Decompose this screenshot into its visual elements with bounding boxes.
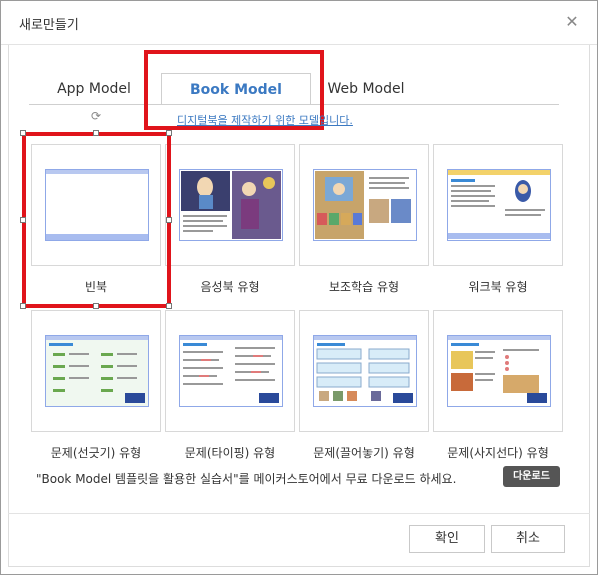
study-thumbnail — [313, 169, 417, 241]
quiz-matching-thumbnail — [45, 335, 149, 407]
resize-handle-right[interactable] — [166, 217, 172, 223]
template-card-workbook[interactable] — [433, 144, 563, 266]
template-label-workbook: 워크북 유형 — [468, 280, 528, 294]
cancel-button[interactable]: 취소 — [491, 525, 565, 553]
model-tabs: App Model Book Model Web Model — [1, 1, 598, 111]
blank-book-thumbnail — [45, 169, 149, 241]
workbook-thumbnail — [447, 169, 551, 241]
resize-handle-top-right[interactable] — [166, 130, 172, 136]
resize-handle-top[interactable] — [93, 130, 99, 136]
quiz-drag-thumbnail — [313, 335, 417, 407]
tab-app-model[interactable]: App Model — [41, 73, 147, 105]
template-label-study: 보조학습 유형 — [328, 280, 400, 294]
resize-handle-left[interactable] — [20, 217, 26, 223]
template-label-quiz-drag: 문제(끌어놓기) 유형 — [313, 446, 415, 460]
tab-book-model[interactable]: Book Model — [161, 73, 311, 105]
template-label-blank: 빈북 — [84, 280, 108, 294]
template-label-quiz-matching: 문제(선긋기) 유형 — [50, 446, 142, 460]
tab-web-model[interactable]: Web Model — [311, 73, 421, 105]
template-card-quiz-matching[interactable] — [31, 310, 161, 432]
template-card-blank[interactable] — [31, 144, 161, 266]
template-card-quiz-typing[interactable] — [165, 310, 295, 432]
new-project-dialog: 새로만들기 ✕ App Model Book Model Web Model ⟳… — [0, 0, 598, 575]
resize-handle-bottom-left[interactable] — [20, 303, 26, 309]
resize-handle-top-left[interactable] — [20, 130, 26, 136]
template-card-audiobook[interactable] — [165, 144, 295, 266]
template-label-quiz-typing: 문제(타이핑) 유형 — [184, 446, 276, 460]
model-description: 디지털북을 제작하기 위한 모델입니다. — [177, 114, 353, 127]
download-button[interactable]: 다운로드 — [503, 466, 560, 487]
template-label-audiobook: 음성북 유형 — [200, 280, 260, 294]
quiz-multiple-choice-thumbnail — [447, 335, 551, 407]
resize-handle-bottom-right[interactable] — [166, 303, 172, 309]
audiobook-thumbnail — [179, 169, 283, 241]
template-card-quiz-drag[interactable] — [299, 310, 429, 432]
template-card-study[interactable] — [299, 144, 429, 266]
template-card-quiz-multiple-choice[interactable] — [433, 310, 563, 432]
blank-page-icon — [45, 169, 149, 241]
resize-handle-bottom[interactable] — [93, 303, 99, 309]
footer-divider — [8, 513, 590, 514]
rotate-handle-icon[interactable]: ⟳ — [89, 109, 103, 123]
promo-text: "Book Model 템플릿을 활용한 실습서"를 메이커스토어에서 무료 다… — [36, 472, 457, 486]
tab-divider — [29, 104, 559, 105]
ok-button[interactable]: 확인 — [409, 525, 485, 553]
quiz-typing-thumbnail — [179, 335, 283, 407]
template-label-quiz-multiple-choice: 문제(사지선다) 유형 — [447, 446, 549, 460]
